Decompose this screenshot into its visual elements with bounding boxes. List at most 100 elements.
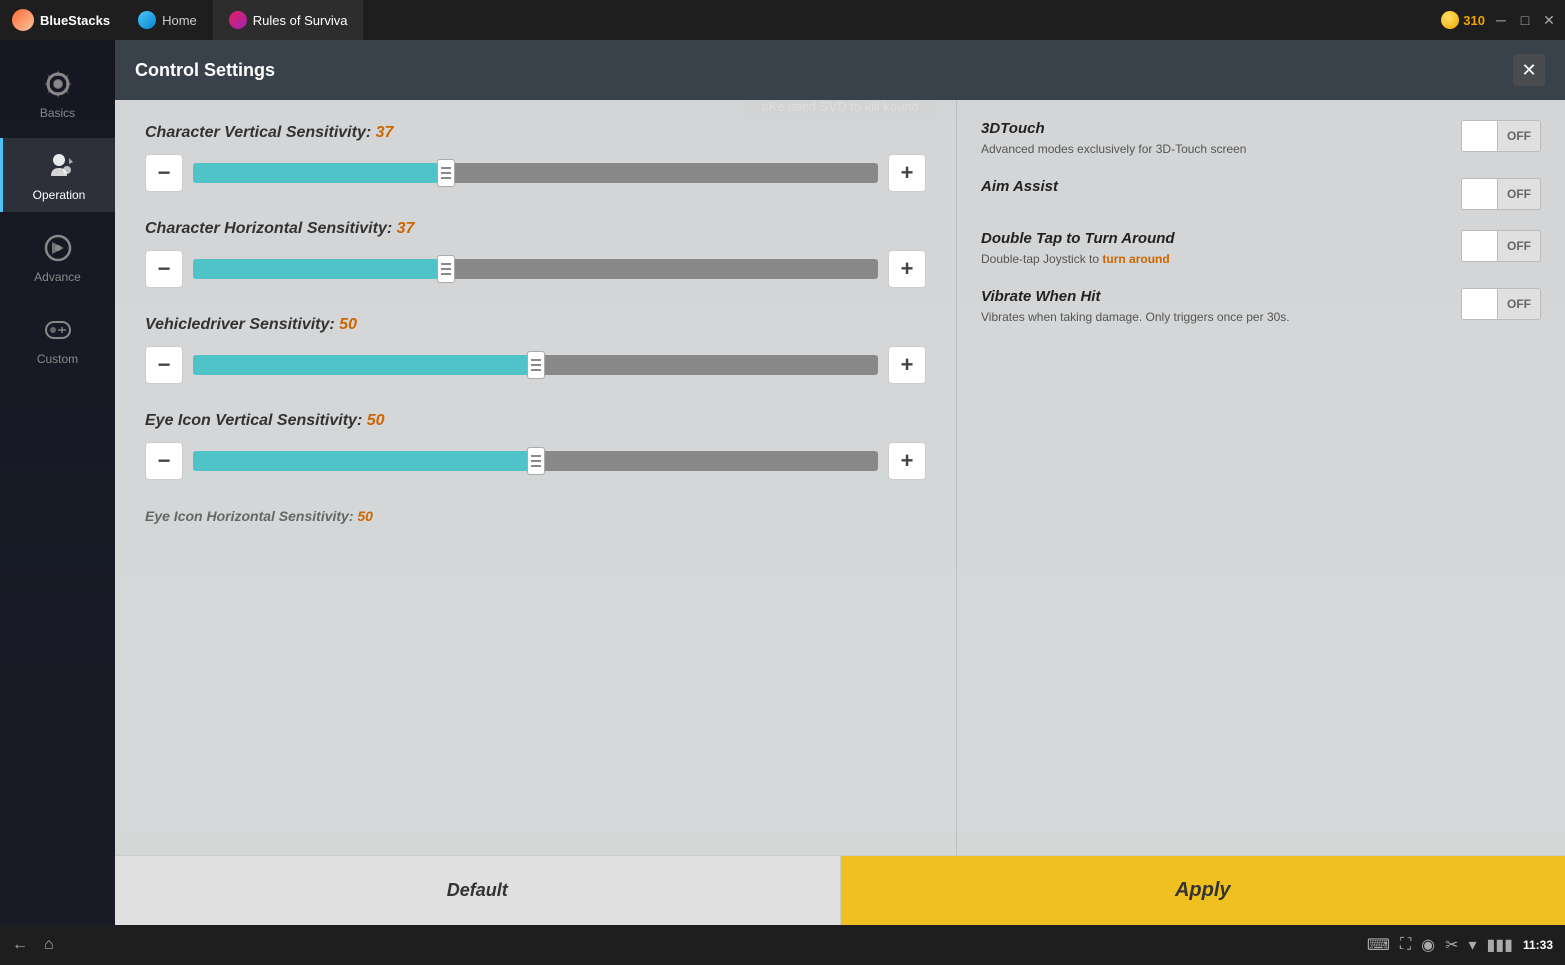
tabs-container: BlueStacks Home Rules of Surviva: [0, 0, 363, 40]
slider-label-char-horizontal: Character Horizontal Sensitivity: 37: [145, 220, 926, 238]
slider-decrease-eye-vertical[interactable]: −: [145, 442, 183, 480]
slider-track-vehicle[interactable]: [193, 355, 878, 375]
slider-thumb-char-horizontal[interactable]: [437, 255, 455, 283]
slider-thumb-vehicle[interactable]: [527, 351, 545, 379]
toggle-title-vibrate: Vibrate When Hit: [981, 288, 1449, 305]
slider-label-eye-vertical: Eye Icon Vertical Sensitivity: 50: [145, 412, 926, 430]
toggle-switch-double-tap[interactable]: OFF: [1461, 230, 1541, 262]
thumb-line: [441, 167, 451, 169]
maximize-button[interactable]: □: [1517, 12, 1533, 28]
settings-header: Control Settings ✕: [115, 40, 1565, 100]
settings-content: Character Vertical Sensitivity: 37 −: [115, 100, 1565, 855]
slider-track-eye-vertical[interactable]: [193, 451, 878, 471]
slider-thumb-eye-vertical[interactable]: [527, 447, 545, 475]
toggle-desc-vibrate: Vibrates when taking damage. Only trigge…: [981, 309, 1449, 326]
coin-display: 310: [1441, 11, 1485, 29]
sidebar-item-advance[interactable]: Advance: [0, 220, 115, 294]
toggle-desc-3dtouch: Advanced modes exclusively for 3D-Touch …: [981, 141, 1449, 158]
thumb-line: [441, 268, 451, 270]
thumb-line: [531, 460, 541, 462]
slider-thumb-char-vertical[interactable]: [437, 159, 455, 187]
tab-home-label: Home: [162, 13, 197, 28]
toggle-row-3dtouch: 3DTouch Advanced modes exclusively for 3…: [981, 120, 1541, 158]
coin-count: 310: [1463, 13, 1485, 28]
bottom-right: ⌨ ⛶ ◉ ✂ ▾ ▮▮▮ 11:33: [1367, 935, 1553, 955]
fullscreen-icon[interactable]: ⛶: [1400, 936, 1411, 954]
slider-controls-char-vertical: − +: [145, 154, 926, 192]
sliders-panel: Character Vertical Sensitivity: 37 −: [115, 100, 956, 855]
toggle-switch-3dtouch[interactable]: OFF: [1461, 120, 1541, 152]
close-button[interactable]: ✕: [1541, 12, 1557, 28]
slider-decrease-char-horizontal[interactable]: −: [145, 250, 183, 288]
home-icon[interactable]: ⌂: [44, 936, 54, 954]
apply-button[interactable]: Apply: [841, 856, 1565, 925]
thumb-line: [531, 369, 541, 371]
slider-controls-vehicle: − +: [145, 346, 926, 384]
toggle-switch-vibrate[interactable]: OFF: [1461, 288, 1541, 320]
game-tab-icon: [229, 11, 247, 29]
toggle-knob-3dtouch: [1462, 121, 1498, 151]
slider-increase-eye-vertical[interactable]: +: [888, 442, 926, 480]
sidebar-item-operation[interactable]: Operation: [0, 138, 115, 212]
advance-icon: [40, 230, 76, 266]
slider-track-char-horizontal[interactable]: [193, 259, 878, 279]
location-icon[interactable]: ◉: [1421, 935, 1435, 955]
basics-icon: [40, 66, 76, 102]
thumb-line: [531, 364, 541, 366]
slider-row-char-vertical: Character Vertical Sensitivity: 37 −: [145, 124, 926, 192]
slider-row-partial: Eye Icon Horizontal Sensitivity: 50: [145, 508, 926, 524]
thumb-line: [441, 177, 451, 179]
thumb-line: [441, 273, 451, 275]
slider-increase-char-vertical[interactable]: +: [888, 154, 926, 192]
slider-decrease-char-vertical[interactable]: −: [145, 154, 183, 192]
slider-decrease-vehicle[interactable]: −: [145, 346, 183, 384]
minimize-button[interactable]: ─: [1493, 12, 1509, 28]
slider-fill-char-horizontal: [193, 259, 446, 279]
thumb-line: [531, 465, 541, 467]
scissors-icon[interactable]: ✂: [1445, 935, 1458, 955]
slider-thumb-lines: [531, 359, 541, 371]
default-button[interactable]: Default: [115, 856, 841, 925]
settings-overlay: Control Settings ✕ Character Vertical Se…: [115, 40, 1565, 925]
settings-title: Control Settings: [135, 60, 275, 81]
toggle-knob-double-tap: [1462, 231, 1498, 261]
toggles-panel: 3DTouch Advanced modes exclusively for 3…: [956, 100, 1565, 855]
sidebar-item-basics[interactable]: Basics: [0, 56, 115, 130]
custom-icon: [40, 312, 76, 348]
toggle-switch-aim-assist[interactable]: OFF: [1461, 178, 1541, 210]
slider-increase-vehicle[interactable]: +: [888, 346, 926, 384]
toggle-row-vibrate: Vibrate When Hit Vibrates when taking da…: [981, 288, 1541, 326]
toggle-off-label-3dtouch: OFF: [1498, 129, 1540, 143]
tab-home[interactable]: Home: [122, 0, 213, 40]
bluestacks-icon: [12, 9, 34, 31]
toggle-knob-aim-assist: [1462, 179, 1498, 209]
slider-value-char-vertical: 37: [376, 124, 394, 141]
slider-thumb-lines: [441, 167, 451, 179]
advance-label: Advance: [34, 270, 81, 284]
toggle-info-aim-assist: Aim Assist: [981, 178, 1449, 199]
slider-fill-vehicle: [193, 355, 536, 375]
settings-footer: Default Apply: [115, 855, 1565, 925]
back-icon[interactable]: ←: [12, 936, 28, 954]
bottom-left: ← ⌂: [12, 936, 54, 954]
settings-close-button[interactable]: ✕: [1513, 54, 1545, 86]
coin-icon: [1441, 11, 1459, 29]
toggle-info-double-tap: Double Tap to Turn Around Double-tap Joy…: [981, 230, 1449, 268]
slider-fill-char-vertical: [193, 163, 446, 183]
bottom-bar: ← ⌂ ⌨ ⛶ ◉ ✂ ▾ ▮▮▮ 11:33: [0, 925, 1565, 965]
toggle-off-label-aim-assist: OFF: [1498, 187, 1540, 201]
sidebar-item-custom[interactable]: Custom: [0, 302, 115, 376]
slider-label-char-vertical: Character Vertical Sensitivity: 37: [145, 124, 926, 142]
slider-fill-eye-vertical: [193, 451, 536, 471]
slider-value-char-horizontal: 37: [397, 220, 415, 237]
time-display: 11:33: [1523, 938, 1553, 952]
toggle-off-label-double-tap: OFF: [1498, 239, 1540, 253]
slider-track-char-vertical[interactable]: [193, 163, 878, 183]
toggle-info-3dtouch: 3DTouch Advanced modes exclusively for 3…: [981, 120, 1449, 158]
sidebar: Basics Operation Advance: [0, 40, 115, 925]
custom-label: Custom: [37, 352, 78, 366]
highlight-turn-around: turn around: [1102, 252, 1169, 266]
tab-game[interactable]: Rules of Surviva: [213, 0, 364, 40]
slider-increase-char-horizontal[interactable]: +: [888, 250, 926, 288]
keyboard-icon[interactable]: ⌨: [1367, 935, 1390, 955]
